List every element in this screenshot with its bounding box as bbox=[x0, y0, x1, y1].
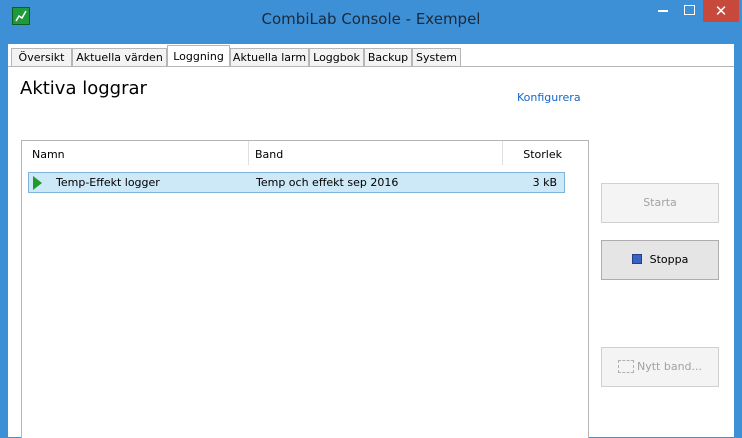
stop-icon bbox=[631, 254, 642, 264]
table-row[interactable]: Temp-Effekt logger Temp och effekt sep 2… bbox=[28, 172, 565, 193]
page-title: Aktiva loggrar bbox=[20, 78, 147, 99]
new-band-button[interactable]: Nytt band... bbox=[601, 347, 719, 387]
logger-list[interactable]: Namn Band Storlek Temp-Effekt logger Tem… bbox=[21, 140, 589, 438]
list-header: Namn Band Storlek bbox=[22, 141, 588, 165]
stop-button[interactable]: Stoppa bbox=[601, 240, 719, 280]
minimize-button[interactable] bbox=[651, 0, 677, 22]
play-icon bbox=[33, 176, 42, 190]
column-header-band[interactable]: Band bbox=[255, 148, 283, 161]
tab-backup[interactable]: Backup bbox=[364, 48, 412, 66]
minimize-icon bbox=[658, 10, 668, 12]
close-icon: ✕ bbox=[714, 2, 728, 20]
maximize-icon bbox=[684, 5, 695, 15]
start-button-label: Starta bbox=[643, 196, 677, 209]
tab-system[interactable]: System bbox=[412, 48, 461, 66]
main-window-content: Översikt Aktuella värden Loggning Aktuel… bbox=[8, 44, 734, 438]
new-band-button-label: Nytt band... bbox=[636, 360, 703, 373]
configure-link[interactable]: Konfigurera bbox=[517, 91, 581, 104]
tab-aktuella-larm[interactable]: Aktuella larm bbox=[230, 48, 309, 66]
start-button[interactable]: Starta bbox=[601, 183, 719, 223]
row-band: Temp och effekt sep 2016 bbox=[256, 176, 399, 189]
window-title: CombiLab Console - Exempel bbox=[261, 10, 481, 28]
column-header-size[interactable]: Storlek bbox=[523, 148, 562, 161]
tab-aktuella-varden[interactable]: Aktuella värden bbox=[72, 48, 167, 66]
column-divider bbox=[248, 141, 249, 165]
band-icon bbox=[617, 359, 634, 373]
row-size: 3 kB bbox=[532, 176, 557, 189]
maximize-button[interactable] bbox=[677, 0, 703, 22]
column-divider bbox=[502, 141, 503, 165]
close-button[interactable]: ✕ bbox=[703, 0, 739, 22]
stop-button-label: Stoppa bbox=[649, 253, 689, 266]
tab-loggning[interactable]: Loggning bbox=[167, 45, 230, 66]
column-header-name[interactable]: Namn bbox=[32, 148, 65, 161]
tab-strip: Översikt Aktuella värden Loggning Aktuel… bbox=[8, 44, 734, 66]
tab-oversikt[interactable]: Översikt bbox=[11, 48, 72, 66]
logging-panel: Aktiva loggrar Konfigurera Namn Band Sto… bbox=[8, 66, 734, 438]
row-name: Temp-Effekt logger bbox=[56, 176, 160, 189]
title-bar: CombiLab Console - Exempel ✕ bbox=[0, 0, 742, 38]
tab-loggbok[interactable]: Loggbok bbox=[309, 48, 364, 66]
